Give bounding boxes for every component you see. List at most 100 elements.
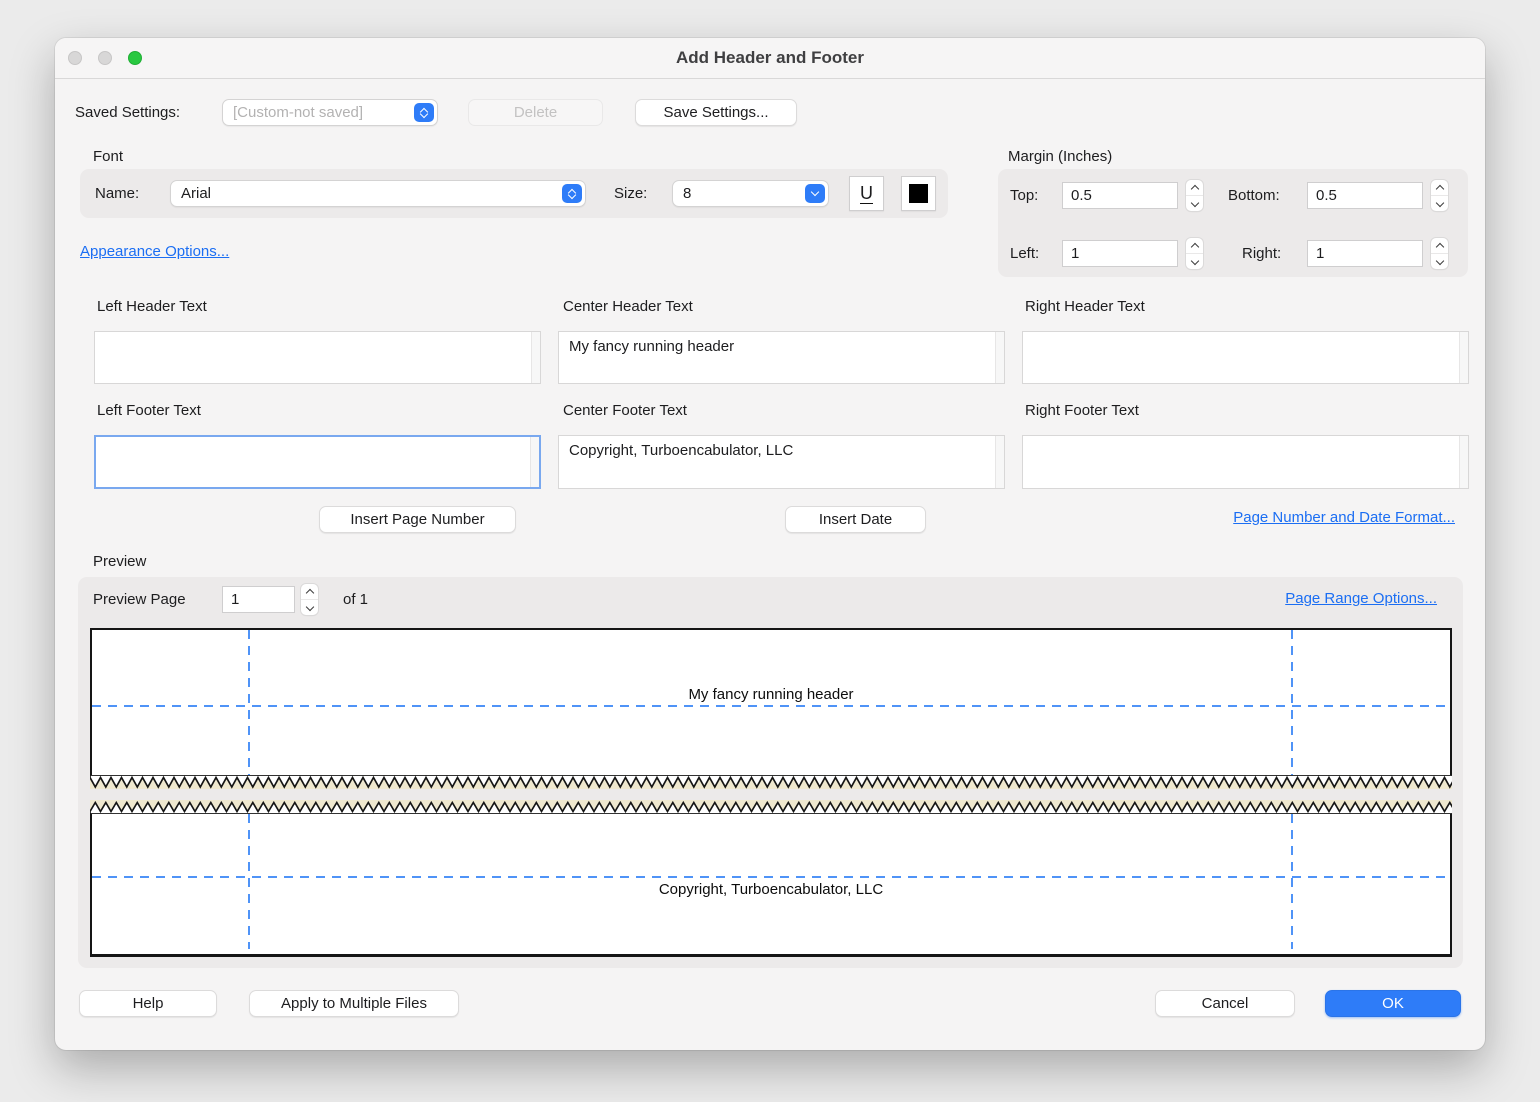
- margin-left-stepper[interactable]: [1186, 238, 1203, 269]
- help-button[interactable]: Help: [79, 990, 217, 1017]
- underline-u-glyph: U: [860, 184, 873, 204]
- preview-header-text: My fancy running header: [92, 686, 1450, 703]
- preview-page-field[interactable]: 1: [222, 586, 295, 613]
- margin-top-stepper[interactable]: [1186, 180, 1203, 211]
- torn-edge-zigzag: [90, 800, 1452, 814]
- cancel-button[interactable]: Cancel: [1155, 990, 1295, 1017]
- page-range-options-link[interactable]: Page Range Options...: [1285, 589, 1437, 609]
- preview-footer-text: Copyright, Turboencabulator, LLC: [92, 881, 1450, 898]
- popup-chevrons-icon: [562, 184, 582, 203]
- stepper-up[interactable]: [1431, 180, 1448, 196]
- insert-date-button[interactable]: Insert Date: [785, 506, 926, 533]
- color-swatch-black: [909, 184, 928, 203]
- chevron-down-icon: [1435, 256, 1443, 264]
- margin-top-field[interactable]: 0.5: [1062, 182, 1178, 209]
- chevron-up-icon: [1190, 242, 1198, 250]
- margin-bottom-field[interactable]: 0.5: [1307, 182, 1423, 209]
- center-header-value: My fancy running header: [569, 338, 734, 355]
- textarea-scrollbar-gutter: [995, 436, 1004, 488]
- margin-section-label: Margin (Inches): [1008, 143, 1112, 170]
- preview-page-stepper[interactable]: [301, 584, 318, 615]
- margin-left-label: Left:: [1010, 240, 1039, 267]
- preview-page-header-fragment: My fancy running header: [90, 628, 1452, 775]
- chevron-down-icon: [811, 188, 819, 196]
- page-number-date-format-link[interactable]: Page Number and Date Format...: [1233, 508, 1455, 528]
- margin-right-label: Right:: [1242, 240, 1281, 267]
- ok-button[interactable]: OK: [1325, 990, 1461, 1017]
- preview-of-label: of 1: [343, 586, 368, 613]
- margin-bottom-label: Bottom:: [1228, 182, 1280, 209]
- textarea-scrollbar-gutter: [531, 332, 540, 383]
- margin-right-stepper[interactable]: [1431, 238, 1448, 269]
- stepper-down[interactable]: [301, 600, 318, 615]
- center-footer-label: Center Footer Text: [563, 397, 687, 424]
- delete-button[interactable]: Delete: [468, 99, 603, 126]
- center-footer-textarea[interactable]: Copyright, Turboencabulator, LLC: [558, 435, 1005, 489]
- torn-edge-bottom: [90, 800, 1452, 814]
- font-size-value: 8: [683, 185, 691, 202]
- margin-groupbox: Top: 0.5 Bottom: 0.5 Left: 1 Right: 1: [998, 169, 1468, 277]
- saved-settings-dropdown-value: [Custom-not saved]: [233, 104, 363, 121]
- stepper-down[interactable]: [1431, 196, 1448, 211]
- left-footer-textarea[interactable]: [94, 435, 541, 489]
- font-color-button[interactable]: [901, 176, 936, 211]
- margin-right-field[interactable]: 1: [1307, 240, 1423, 267]
- font-name-label: Name:: [95, 180, 139, 207]
- stepper-up[interactable]: [1431, 238, 1448, 254]
- center-header-textarea[interactable]: My fancy running header: [558, 331, 1005, 384]
- chevron-down-icon: [1190, 256, 1198, 264]
- font-section-label: Font: [93, 143, 123, 170]
- stepper-up[interactable]: [1186, 238, 1203, 254]
- saved-settings-dropdown[interactable]: [Custom-not saved]: [222, 99, 438, 126]
- right-header-label: Right Header Text: [1025, 293, 1145, 320]
- left-footer-label: Left Footer Text: [97, 397, 201, 424]
- font-size-label: Size:: [614, 180, 647, 207]
- textarea-scrollbar-gutter: [995, 332, 1004, 383]
- torn-edge-zigzag: [90, 775, 1452, 789]
- textarea-scrollbar-gutter: [1459, 332, 1468, 383]
- center-header-label: Center Header Text: [563, 293, 693, 320]
- chevron-up-icon: [305, 588, 313, 596]
- right-footer-label: Right Footer Text: [1025, 397, 1139, 424]
- left-header-textarea[interactable]: [94, 331, 541, 384]
- title-bar: Add Header and Footer: [55, 38, 1485, 79]
- chevron-down-icon: [305, 602, 313, 610]
- margin-guide-horizontal-header: [92, 705, 1450, 707]
- preview-section-label: Preview: [93, 548, 146, 575]
- preview-page-label: Preview Page: [93, 586, 186, 613]
- margin-left-field[interactable]: 1: [1062, 240, 1178, 267]
- right-footer-textarea[interactable]: [1022, 435, 1469, 489]
- stepper-up[interactable]: [301, 584, 318, 600]
- chevron-down-icon: [1435, 198, 1443, 206]
- stepper-up[interactable]: [1186, 180, 1203, 196]
- font-name-dropdown[interactable]: Arial: [170, 180, 586, 207]
- chevron-down-icon: [1190, 198, 1198, 206]
- stepper-down[interactable]: [1186, 254, 1203, 269]
- left-header-label: Left Header Text: [97, 293, 207, 320]
- add-header-footer-dialog: Add Header and Footer Saved Settings: [C…: [55, 38, 1485, 1050]
- font-name-value: Arial: [181, 185, 211, 202]
- font-groupbox: Name: Arial Size: 8 U: [80, 169, 948, 218]
- appearance-options-link[interactable]: Appearance Options...: [80, 242, 229, 262]
- stepper-down[interactable]: [1186, 196, 1203, 211]
- chevron-up-icon: [1435, 184, 1443, 192]
- underline-button[interactable]: U: [849, 176, 884, 211]
- chevron-up-icon: [1435, 242, 1443, 250]
- saved-settings-label: Saved Settings:: [75, 99, 180, 126]
- apply-to-multiple-files-button[interactable]: Apply to Multiple Files: [249, 990, 459, 1017]
- popup-chevrons-icon: [414, 103, 434, 122]
- save-settings-button[interactable]: Save Settings...: [635, 99, 797, 126]
- right-header-textarea[interactable]: [1022, 331, 1469, 384]
- textarea-scrollbar-gutter: [1459, 436, 1468, 488]
- preview-page-footer-fragment: Copyright, Turboencabulator, LLC: [90, 814, 1452, 957]
- window-title: Add Header and Footer: [55, 38, 1485, 78]
- font-size-combobox[interactable]: 8: [672, 180, 829, 207]
- insert-page-number-button[interactable]: Insert Page Number: [319, 506, 516, 533]
- stepper-down[interactable]: [1431, 254, 1448, 269]
- combo-chevron-icon: [805, 184, 825, 203]
- margin-bottom-stepper[interactable]: [1431, 180, 1448, 211]
- textarea-scrollbar-gutter: [530, 437, 539, 487]
- margin-top-label: Top:: [1010, 182, 1038, 209]
- margin-guide-horizontal-footer: [92, 876, 1450, 878]
- torn-edge-top: [90, 775, 1452, 789]
